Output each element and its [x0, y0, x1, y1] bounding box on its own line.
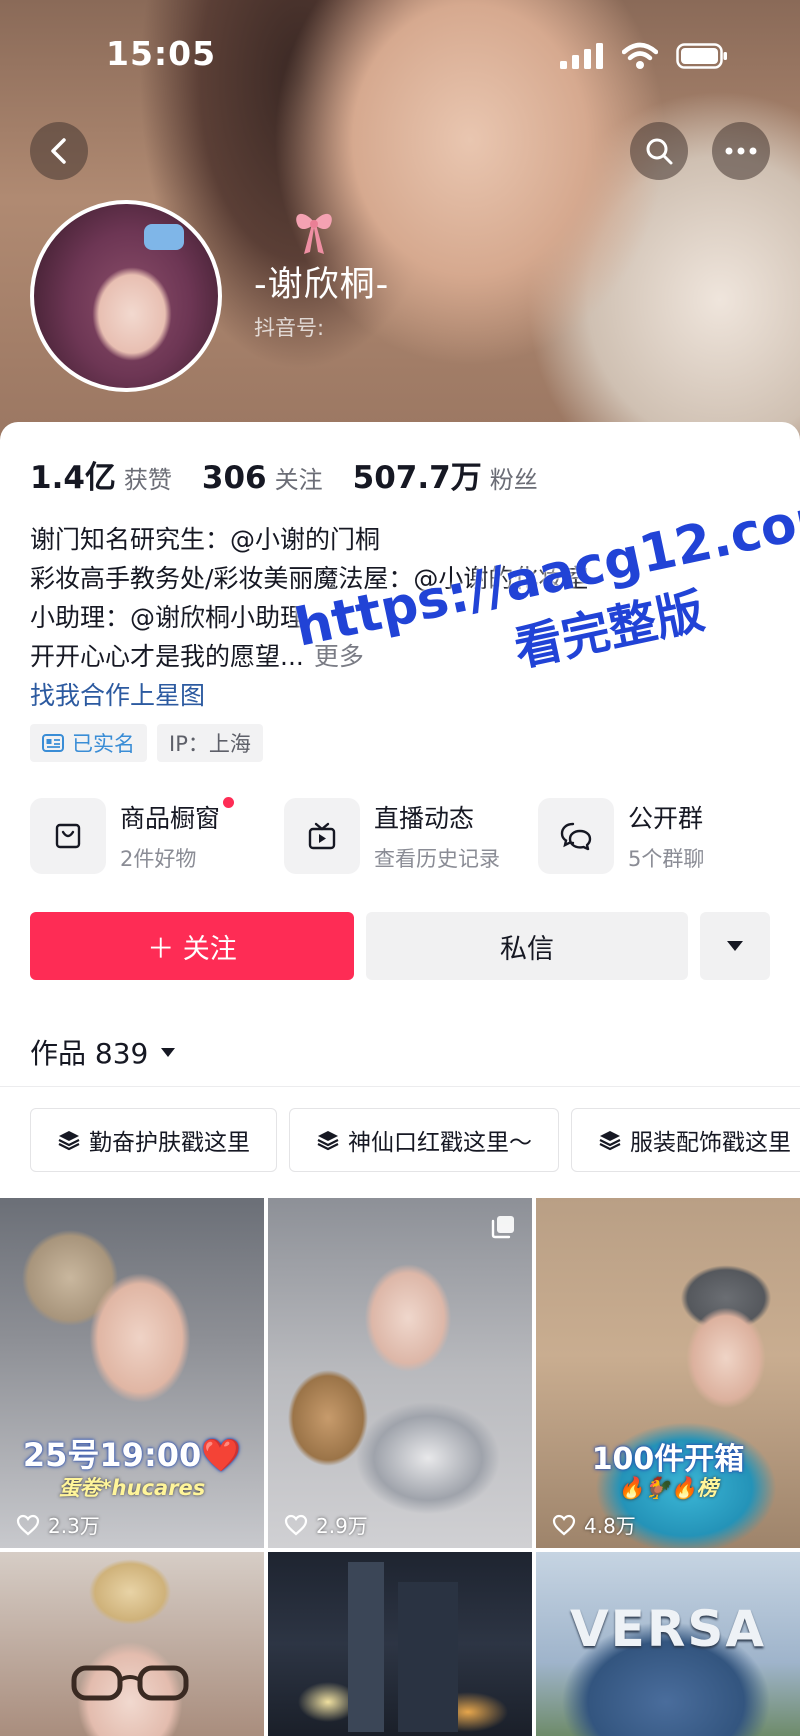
search-button[interactable]: [630, 122, 688, 180]
likes-count: 1.4亿: [30, 460, 116, 496]
collection-label: 服装配饰戳这里: [630, 1130, 791, 1156]
service-title: 公开群: [628, 804, 704, 833]
xingtu-link[interactable]: 找我合作上星图: [30, 676, 205, 712]
douyin-id-label[interactable]: 抖音号:: [254, 312, 324, 342]
video-caption: VERSA: [569, 1600, 767, 1658]
video-likes: 4.8万: [552, 1510, 636, 1539]
collection-chip[interactable]: 神仙口红戳这里～: [289, 1108, 559, 1172]
video-thumbnail[interactable]: 25号19:00❤️ 蛋卷*hucares 2.3万: [0, 1198, 264, 1548]
service-icon-box: [284, 798, 360, 874]
caret-down-icon: [727, 941, 743, 951]
service-title: 直播动态: [374, 804, 475, 833]
video-subcaption: 蛋卷*hucares: [58, 1476, 206, 1500]
service-subtitle: 2件好物: [120, 847, 197, 871]
bio-line-text: 开开心心才是我的愿望...: [30, 642, 304, 671]
video-caption: 25号19:00❤️: [22, 1436, 242, 1474]
id-card-icon: [42, 734, 64, 752]
chat-bubbles-icon: [560, 822, 592, 851]
recommend-dropdown-button[interactable]: [700, 912, 770, 980]
action-buttons: ＋ 关注 私信: [30, 912, 770, 980]
collection-chip[interactable]: 服装配饰戳这里: [571, 1108, 800, 1172]
heart-icon: [16, 1514, 40, 1535]
following-count[interactable]: 306: [202, 460, 267, 496]
video-likes-count: 2.9万: [316, 1514, 368, 1538]
video-likes: 2.3万: [16, 1510, 100, 1539]
divider: [0, 1086, 800, 1087]
status-bar: 15:05: [0, 0, 800, 100]
video-thumbnail[interactable]: 100件开箱 🔥🐓🔥榜 4.8万: [536, 1198, 800, 1548]
search-icon: [646, 138, 673, 165]
service-subtitle: 查看历史记录: [374, 847, 500, 871]
followers-label[interactable]: 粉丝: [490, 460, 538, 495]
service-public-group[interactable]: 公开群 5个群聊: [538, 798, 792, 874]
follow-button[interactable]: ＋ 关注: [30, 912, 354, 980]
multi-image-icon: [491, 1216, 514, 1239]
profile-tags: 已实名 IP：上海: [30, 724, 263, 762]
signal-icon: [560, 43, 603, 69]
service-text: 直播动态 查看历史记录: [374, 799, 500, 873]
bow-decoration: [296, 213, 332, 254]
likes-label: 获赞: [123, 466, 172, 494]
back-button[interactable]: [30, 122, 88, 180]
building: [348, 1562, 384, 1732]
video-subcaption: 🔥🐓🔥榜: [618, 1476, 718, 1500]
stats-row: 1.4亿 获赞 306 关注 507.7万 粉丝: [30, 452, 568, 497]
video-thumbnail[interactable]: VERSA: [536, 1552, 800, 1736]
services-row: 商品橱窗 2件好物 直播动态 查看历史记录 公开群 5个群聊: [30, 797, 800, 874]
status-icons: [560, 42, 728, 70]
tv-icon: [308, 822, 336, 850]
layers-icon: [58, 1131, 80, 1151]
caret-down-icon: [161, 1048, 176, 1057]
notification-dot: [223, 797, 235, 808]
video-thumbnail[interactable]: 2.9万: [268, 1198, 532, 1548]
collection-label: 勤奋护肤戳这里: [89, 1130, 250, 1156]
video-likes: 2.9万: [284, 1510, 368, 1539]
video-thumbnail[interactable]: [268, 1552, 532, 1736]
collection-chip[interactable]: 勤奋护肤戳这里: [30, 1108, 277, 1172]
avatar[interactable]: [30, 200, 222, 392]
video-likes-count: 2.3万: [48, 1514, 100, 1538]
message-button[interactable]: 私信: [366, 912, 688, 980]
service-text: 商品橱窗 2件好物: [120, 797, 235, 873]
service-subtitle: 5个群聊: [628, 847, 705, 871]
service-icon-box: [538, 798, 614, 874]
wifi-icon: [622, 42, 658, 69]
more-dots-icon: [725, 147, 757, 155]
works-tab[interactable]: 作品 839: [30, 1032, 176, 1072]
video-likes-count: 4.8万: [584, 1514, 636, 1538]
profile-nickname: -谢欣桐-: [254, 265, 390, 305]
glasses-icon: [71, 1665, 189, 1701]
layers-icon: [599, 1131, 621, 1151]
ip-location-tag: IP：上海: [157, 724, 263, 762]
heart-icon: [284, 1514, 308, 1535]
service-text: 公开群 5个群聊: [628, 799, 704, 873]
service-live-history[interactable]: 直播动态 查看历史记录: [284, 798, 538, 874]
service-icon-box: [30, 798, 106, 874]
followers-count[interactable]: 507.7万: [353, 452, 482, 497]
avatar-hair-bow: [144, 224, 184, 250]
heart-icon: [552, 1514, 576, 1535]
chevron-left-icon: [51, 138, 66, 164]
status-time: 15:05: [106, 34, 217, 73]
layers-icon: [317, 1131, 339, 1151]
bag-icon: [55, 823, 81, 849]
collections-row: 勤奋护肤戳这里 神仙口红戳这里～ 服装配饰戳这里: [30, 1108, 800, 1172]
collection-label: 神仙口红戳这里～: [348, 1130, 532, 1156]
following-label[interactable]: 关注: [275, 460, 323, 495]
battery-icon: [676, 43, 727, 69]
verified-tag: 已实名: [30, 724, 147, 762]
building: [398, 1582, 458, 1732]
more-options-button[interactable]: [712, 122, 770, 180]
service-title: 商品橱窗: [120, 797, 235, 835]
service-shop-window[interactable]: 商品橱窗 2件好物: [30, 797, 284, 874]
works-tab-label: 作品 839: [30, 1037, 149, 1070]
video-thumbnail[interactable]: [0, 1552, 264, 1736]
verified-tag-label: 已实名: [72, 732, 135, 756]
